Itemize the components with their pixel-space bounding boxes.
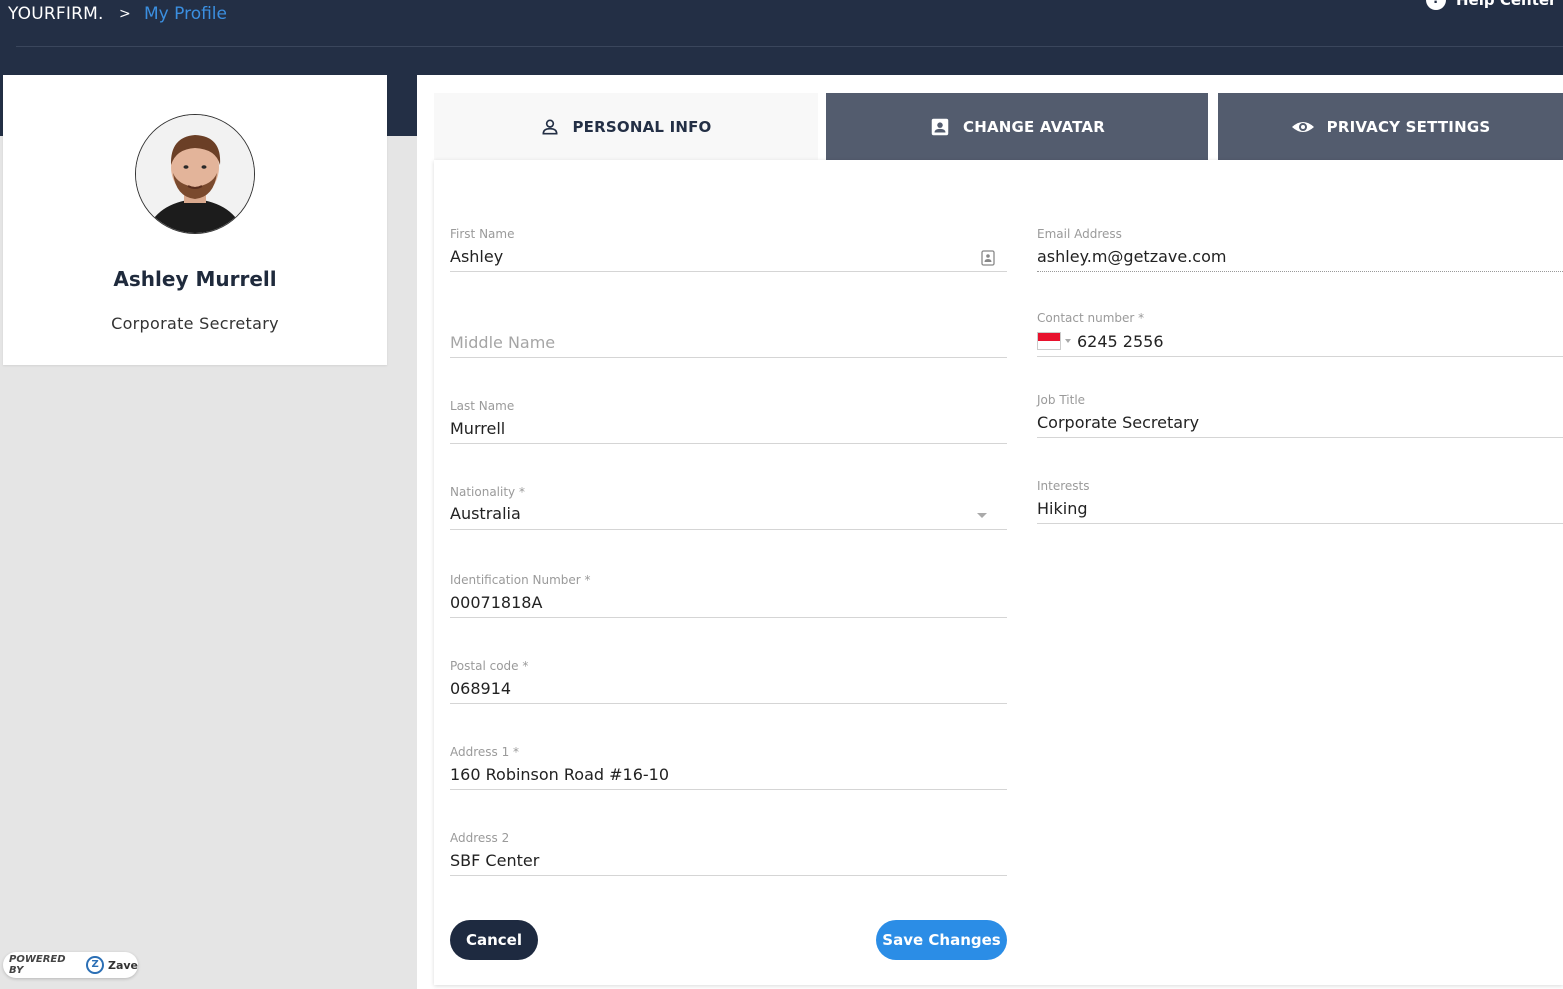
postal-code-label: Postal code * <box>450 659 529 673</box>
last-name-field: Last Name <box>450 398 1007 444</box>
contact-number-field: Contact number * <box>1037 310 1563 357</box>
nationality-field: Nationality * Australia <box>450 484 1007 530</box>
first-name-field: First Name <box>450 226 1007 272</box>
help-icon: ? <box>1426 0 1446 10</box>
last-name-input[interactable] <box>450 414 1007 444</box>
avatar <box>135 114 255 234</box>
header-divider <box>16 46 1563 47</box>
cancel-button[interactable]: Cancel <box>450 920 538 960</box>
postal-code-field: Postal code * <box>450 658 1007 704</box>
tab-change-avatar[interactable]: CHANGE AVATAR <box>826 93 1208 160</box>
save-changes-button[interactable]: Save Changes <box>876 920 1007 960</box>
powered-by-label: POWERED BY <box>9 954 66 976</box>
contact-number-row <box>1037 326 1563 357</box>
job-title-label: Job Title <box>1037 393 1086 407</box>
singapore-flag-icon[interactable] <box>1037 332 1061 350</box>
postal-code-input[interactable] <box>450 674 1007 704</box>
tab-privacy-settings[interactable]: PRIVACY SETTINGS <box>1218 93 1563 160</box>
country-dropdown-icon[interactable] <box>1065 339 1071 343</box>
email-field: Email Address <box>1037 226 1563 272</box>
interests-field: Interests <box>1037 478 1563 524</box>
avatar-image <box>136 115 254 233</box>
contact-autofill-icon[interactable] <box>981 250 995 266</box>
zave-logo-icon: Z <box>86 956 104 974</box>
interests-input[interactable] <box>1037 494 1563 524</box>
first-name-label: First Name <box>450 227 515 241</box>
contact-number-input[interactable] <box>1077 331 1477 351</box>
brand-logo[interactable]: YOURFIRM. <box>8 4 104 24</box>
tab-change-avatar-label: CHANGE AVATAR <box>963 117 1105 136</box>
person-icon <box>542 119 558 134</box>
profile-card: Ashley Murrell Corporate Secretary <box>3 75 387 365</box>
eye-icon <box>1291 121 1314 132</box>
tab-privacy-settings-label: PRIVACY SETTINGS <box>1326 117 1491 136</box>
middle-name-label <box>450 312 1007 328</box>
middle-name-input[interactable] <box>450 328 1007 358</box>
middle-name-field <box>450 312 1007 358</box>
profile-name: Ashley Murrell <box>113 267 277 291</box>
email-label: Email Address <box>1037 227 1122 241</box>
first-name-input[interactable] <box>450 242 1007 272</box>
powered-by-badge[interactable]: POWERED BY Z Zave <box>3 952 138 978</box>
tab-personal-info[interactable]: PERSONAL INFO <box>434 93 818 160</box>
help-center-label: Help Center <box>1456 0 1557 9</box>
interests-label: Interests <box>1037 479 1090 493</box>
breadcrumb-separator: > <box>119 6 131 22</box>
job-title-field: Job Title <box>1037 392 1563 438</box>
job-title-input[interactable] <box>1037 408 1563 438</box>
address2-label: Address 2 <box>450 831 510 845</box>
contact-number-label: Contact number * <box>1037 311 1145 325</box>
identification-number-field: Identification Number * <box>450 572 1007 618</box>
help-center-link[interactable]: ? Help Center <box>1426 0 1556 10</box>
address2-field: Address 2 <box>450 830 1007 876</box>
breadcrumb-current-page[interactable]: My Profile <box>144 4 227 24</box>
nationality-select[interactable]: Australia <box>450 500 1007 530</box>
contact-card-icon <box>931 118 949 135</box>
chevron-down-icon[interactable] <box>977 513 987 518</box>
identification-number-label: Identification Number * <box>450 573 591 587</box>
nationality-label: Nationality * <box>450 485 525 499</box>
identification-number-input[interactable] <box>450 588 1007 618</box>
tab-personal-info-label: PERSONAL INFO <box>572 117 712 136</box>
email-input[interactable] <box>1037 242 1563 272</box>
last-name-label: Last Name <box>450 399 515 413</box>
address1-label: Address 1 * <box>450 745 520 759</box>
profile-role: Corporate Secretary <box>111 314 279 333</box>
address2-input[interactable] <box>450 846 1007 876</box>
address1-input[interactable] <box>450 760 1007 790</box>
zave-brand: Zave <box>107 958 138 972</box>
address1-field: Address 1 * <box>450 744 1007 790</box>
